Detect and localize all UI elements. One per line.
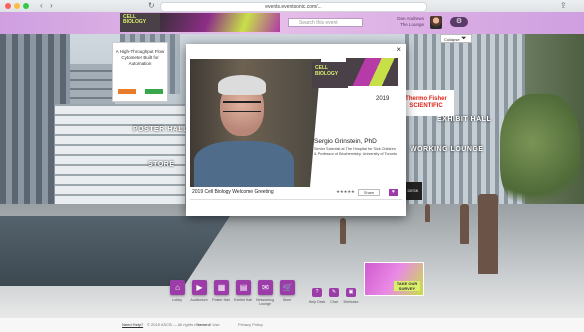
site-header: CELL BIOLOGY ⌕ Search this event Dan And… (0, 12, 584, 34)
bottom-navigation: ⌂ ▶ ▦ ▤ ✉ 🛒 Lobby Auditorium Poster Hall… (166, 280, 366, 314)
presentation-icon: ▶ (196, 283, 203, 292)
reload-icon[interactable]: ↻ (148, 1, 155, 11)
attendee-figure (478, 194, 498, 274)
exhibit-hall-label[interactable]: EXHIBIT HALL (437, 116, 491, 123)
support-link[interactable]: Need Help? (122, 318, 143, 332)
sponsor-sign[interactable]: Thermo Fisher SCIENTIFIC (398, 90, 454, 116)
share-icon[interactable]: ⇪ (560, 1, 567, 11)
bookmark-icon[interactable]: ♥ (389, 189, 398, 196)
address-bar[interactable]: events.eventsonic.com/... (160, 2, 427, 12)
window-maximize-icon[interactable] (23, 3, 29, 9)
poster-hall-label[interactable]: POSTER HALL (133, 126, 188, 133)
attendee-figure (340, 218, 346, 244)
speaker-body (194, 141, 294, 187)
collapse-button[interactable]: Collapse (440, 34, 472, 43)
speaker-title: Senior Scientist at The Hospital for Sic… (314, 147, 398, 156)
video-logo: CELL BIOLOGY (312, 62, 348, 88)
nav-auditorium-button[interactable]: ▶ (192, 280, 207, 295)
close-icon[interactable]: × (396, 45, 401, 55)
lounge-desk-sign[interactable]: DESK (404, 182, 422, 200)
nav-lobby-button[interactable]: ⌂ (170, 280, 185, 295)
poster-hall-building[interactable] (55, 104, 185, 214)
chat-icon: ✉ (262, 283, 269, 292)
help-desk-button[interactable]: ? (312, 288, 322, 297)
store-label[interactable]: STORE (148, 161, 175, 168)
promo-button-b[interactable] (145, 89, 163, 94)
privacy-link[interactable]: Privacy Policy (238, 318, 263, 332)
divider (190, 199, 402, 200)
promo-button-a[interactable] (118, 89, 136, 94)
footer: Need Help? © 2019 ASCB — All rights rese… (0, 318, 584, 332)
briefcase-label: Briefcase (343, 300, 359, 304)
avatar[interactable] (430, 16, 442, 29)
window-close-icon[interactable] (5, 3, 11, 9)
user-location: The Lounge (399, 22, 424, 27)
briefcase-button[interactable]: ▣ (346, 288, 356, 297)
logo-graphic (346, 58, 398, 86)
share-button[interactable]: Share (358, 189, 380, 196)
nav-exhibit-hall-button[interactable]: ▤ (236, 280, 251, 295)
terms-link[interactable]: Terms of Use (196, 318, 220, 332)
survey-label: TAKE OUR SURVEY (394, 281, 420, 291)
header-banner (160, 13, 280, 32)
event-logo[interactable]: CELL BIOLOGY (120, 13, 160, 32)
survey-banner[interactable]: TAKE OUR SURVEY (364, 262, 424, 296)
nav-poster-hall-button[interactable]: ▦ (214, 280, 229, 295)
speaker-glasses (223, 101, 261, 112)
speaker-name: Sergio Grinstein, PhD (314, 138, 377, 145)
tree (500, 94, 580, 214)
pencil-icon: ✎ (331, 289, 337, 295)
working-lounge-label[interactable]: WORKING LOUNGE (410, 146, 484, 153)
nav-networking-button[interactable]: ✉ (258, 280, 273, 295)
filter-icon[interactable]: ⏷ (461, 34, 467, 43)
gear-icon: ⚙ (455, 18, 463, 25)
video-year: 2019 (376, 96, 390, 102)
nav-label-store: Store (282, 298, 292, 302)
briefcase-icon: ▣ (348, 289, 354, 295)
search-input[interactable]: Search this event (288, 18, 363, 27)
home-icon: ⌂ (175, 283, 180, 292)
nav-store-button[interactable]: 🛒 (280, 280, 295, 295)
attendee-figure (460, 204, 469, 244)
help-icon: ? (315, 289, 319, 295)
rating-stars[interactable]: ★★★★★ (336, 189, 355, 195)
user-info[interactable]: Dan Andrews The Lounge (380, 16, 424, 28)
video-modal: × CELL BIOLOGY 2019 Sergio Grinstein, Ph… (186, 44, 406, 216)
attendee-figure (425, 204, 430, 222)
settings-button[interactable]: ⚙ (450, 17, 468, 27)
booth-icon: ▤ (239, 283, 248, 292)
poster-icon: ▦ (217, 283, 226, 292)
cart-icon: 🛒 (282, 283, 293, 292)
window-minimize-icon[interactable] (14, 3, 20, 9)
video-caption: 2019 Cell Biology Welcome Greeting (192, 189, 274, 195)
back-icon[interactable]: ‹ (40, 1, 43, 11)
speaker-hair (218, 75, 266, 95)
chat-button[interactable]: ✎ (329, 288, 339, 297)
forward-icon[interactable]: › (50, 1, 53, 11)
